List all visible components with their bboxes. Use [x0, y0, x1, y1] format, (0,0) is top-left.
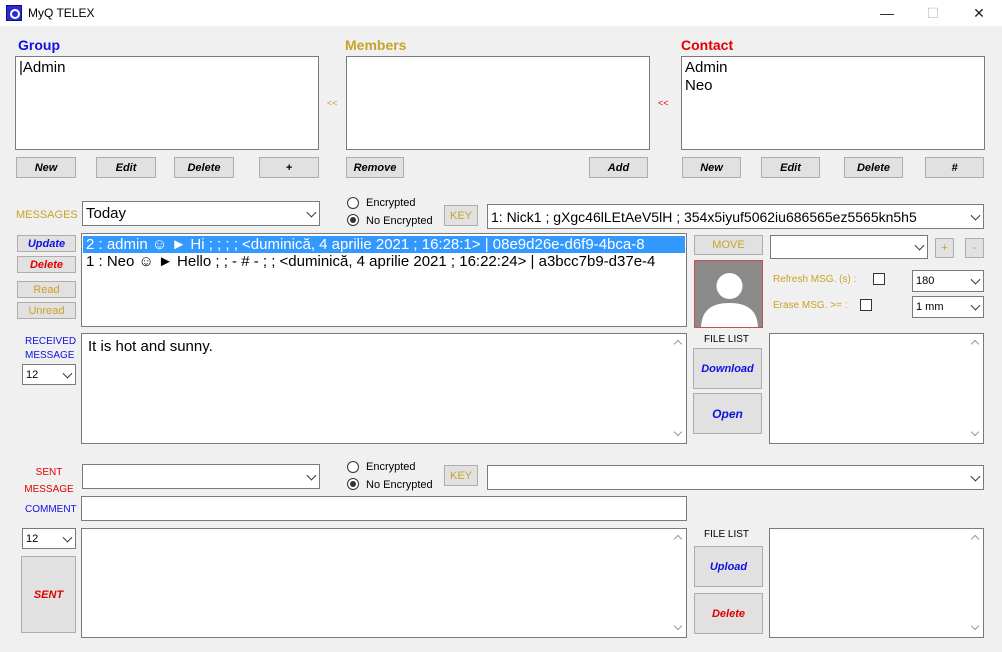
- received-message-text[interactable]: It is hot and sunny.: [81, 333, 687, 444]
- minimize-button[interactable]: —: [864, 0, 910, 26]
- chevron-down-icon: [306, 207, 317, 218]
- contact-label: Contact: [681, 37, 734, 53]
- move-target-select[interactable]: [770, 235, 928, 259]
- window-title: MyQ TELEX: [28, 6, 95, 20]
- read-button[interactable]: Read: [17, 281, 76, 298]
- chevron-down-icon: [62, 532, 73, 543]
- messages-no-encrypted-radio[interactable]: [347, 214, 359, 226]
- messages-filter-value: Today: [86, 205, 127, 222]
- group-label: Group: [18, 37, 60, 53]
- sent-file-list[interactable]: [769, 528, 984, 638]
- list-item[interactable]: Neo: [685, 77, 981, 95]
- list-item[interactable]: Admin: [685, 59, 981, 77]
- move-button[interactable]: MOVE: [694, 235, 763, 255]
- group-new-button[interactable]: New: [16, 157, 76, 178]
- sent-encrypted-label: Encrypted: [366, 461, 416, 473]
- received-file-list-label: FILE LIST: [704, 334, 750, 345]
- sent-message-label: SENT MESSAGE: [24, 467, 74, 495]
- contact-new-button[interactable]: New: [682, 157, 741, 178]
- move-minus-button[interactable]: -: [965, 238, 984, 258]
- chevron-down-icon: [306, 470, 317, 481]
- messages-encrypted-label: Encrypted: [366, 197, 416, 209]
- comment-input[interactable]: [81, 496, 687, 521]
- messages-key-button[interactable]: KEY: [444, 205, 478, 226]
- chevron-down-icon: [970, 471, 981, 482]
- messages-key-select[interactable]: 1: Nick1 ; gXgc46lLEtAeV5lH ; 354x5iyuf5…: [487, 204, 984, 229]
- scroll-down-icon[interactable]: [673, 621, 683, 631]
- sent-button[interactable]: SENT: [21, 556, 76, 633]
- members-list[interactable]: [346, 56, 650, 150]
- erase-label: Erase MSG. >= :: [773, 300, 848, 311]
- erase-checkbox[interactable]: [860, 299, 872, 311]
- members-add-button[interactable]: Add: [589, 157, 648, 178]
- user-avatar-icon: [701, 273, 758, 327]
- update-button[interactable]: Update: [17, 235, 76, 252]
- sent-no-encrypted-label: No Encrypted: [366, 479, 433, 491]
- members-remove-button[interactable]: Remove: [346, 157, 404, 178]
- app-logo-icon: [6, 5, 22, 21]
- contact-hash-button[interactable]: #: [925, 157, 984, 178]
- messages-key-value: 1: Nick1 ; gXgc46lLEtAeV5lH ; 354x5iyuf5…: [491, 208, 917, 225]
- erase-threshold-select[interactable]: 1 mm: [912, 296, 984, 318]
- sent-key-select[interactable]: [487, 465, 984, 490]
- messages-filter-select[interactable]: Today: [82, 201, 320, 226]
- chevron-down-icon: [914, 240, 925, 251]
- contact-list[interactable]: Admin Neo: [681, 56, 985, 150]
- chevron-down-icon: [62, 368, 73, 379]
- group-plus-button[interactable]: +: [259, 157, 319, 178]
- avatar: [694, 260, 763, 328]
- open-button[interactable]: Open: [693, 393, 762, 434]
- scroll-up-icon[interactable]: [970, 339, 980, 349]
- received-message-label: RECEIVED MESSAGE: [25, 336, 77, 361]
- title-bar: MyQ TELEX — ☐ ✕: [0, 0, 1002, 26]
- scroll-up-icon[interactable]: [673, 534, 683, 544]
- sent-file-list-label: FILE LIST: [704, 529, 750, 540]
- close-button[interactable]: ✕: [956, 0, 1002, 26]
- message-list[interactable]: 2 : admin ☺ ► Hi ; ; ; ; <duminică, 4 ap…: [81, 233, 687, 327]
- messages-label: MESSAGES: [16, 209, 78, 221]
- scroll-down-icon[interactable]: [673, 427, 683, 437]
- messages-no-encrypted-label: No Encrypted: [366, 215, 433, 227]
- download-button[interactable]: Download: [693, 348, 762, 389]
- delete-message-button[interactable]: Delete: [17, 256, 76, 273]
- scroll-up-icon[interactable]: [970, 534, 980, 544]
- received-file-list[interactable]: [769, 333, 984, 444]
- upload-button[interactable]: Upload: [694, 546, 763, 587]
- sent-recipient-select[interactable]: [82, 464, 320, 489]
- sent-font-size-select[interactable]: 12: [22, 528, 76, 549]
- group-list[interactable]: |Admin: [15, 56, 319, 150]
- group-edit-button[interactable]: Edit: [96, 157, 156, 178]
- list-item[interactable]: |Admin: [19, 59, 315, 77]
- refresh-interval-select[interactable]: 180: [912, 270, 984, 292]
- unread-button[interactable]: Unread: [17, 302, 76, 319]
- refresh-label: Refresh MSG. (s) :: [773, 274, 857, 285]
- refresh-checkbox[interactable]: [873, 273, 885, 285]
- sent-no-encrypted-radio[interactable]: [347, 478, 359, 490]
- comment-label: COMMENT: [25, 504, 77, 515]
- group-delete-button[interactable]: Delete: [174, 157, 234, 178]
- maximize-button[interactable]: ☐: [910, 0, 956, 26]
- scroll-down-icon[interactable]: [970, 427, 980, 437]
- members-arrow-left[interactable]: <<: [327, 98, 338, 108]
- messages-encrypted-radio[interactable]: [347, 197, 359, 209]
- received-font-size-select[interactable]: 12: [22, 364, 76, 385]
- sent-message-text[interactable]: [81, 528, 687, 638]
- sent-encrypted-radio[interactable]: [347, 461, 359, 473]
- scroll-down-icon[interactable]: [970, 621, 980, 631]
- scroll-up-icon[interactable]: [673, 339, 683, 349]
- chevron-down-icon: [970, 274, 981, 285]
- move-plus-button[interactable]: +: [935, 238, 954, 258]
- contact-delete-button[interactable]: Delete: [844, 157, 903, 178]
- sent-key-button[interactable]: KEY: [444, 465, 478, 486]
- message-row[interactable]: 1 : Neo ☺ ► Hello ; ; - # - ; ; <duminic…: [83, 253, 685, 270]
- members-arrow-right[interactable]: <<: [658, 98, 669, 108]
- members-label: Members: [345, 37, 407, 53]
- delete-file-button[interactable]: Delete: [694, 593, 763, 634]
- message-row[interactable]: 2 : admin ☺ ► Hi ; ; ; ; <duminică, 4 ap…: [83, 236, 685, 253]
- chevron-down-icon: [970, 300, 981, 311]
- contact-edit-button[interactable]: Edit: [761, 157, 820, 178]
